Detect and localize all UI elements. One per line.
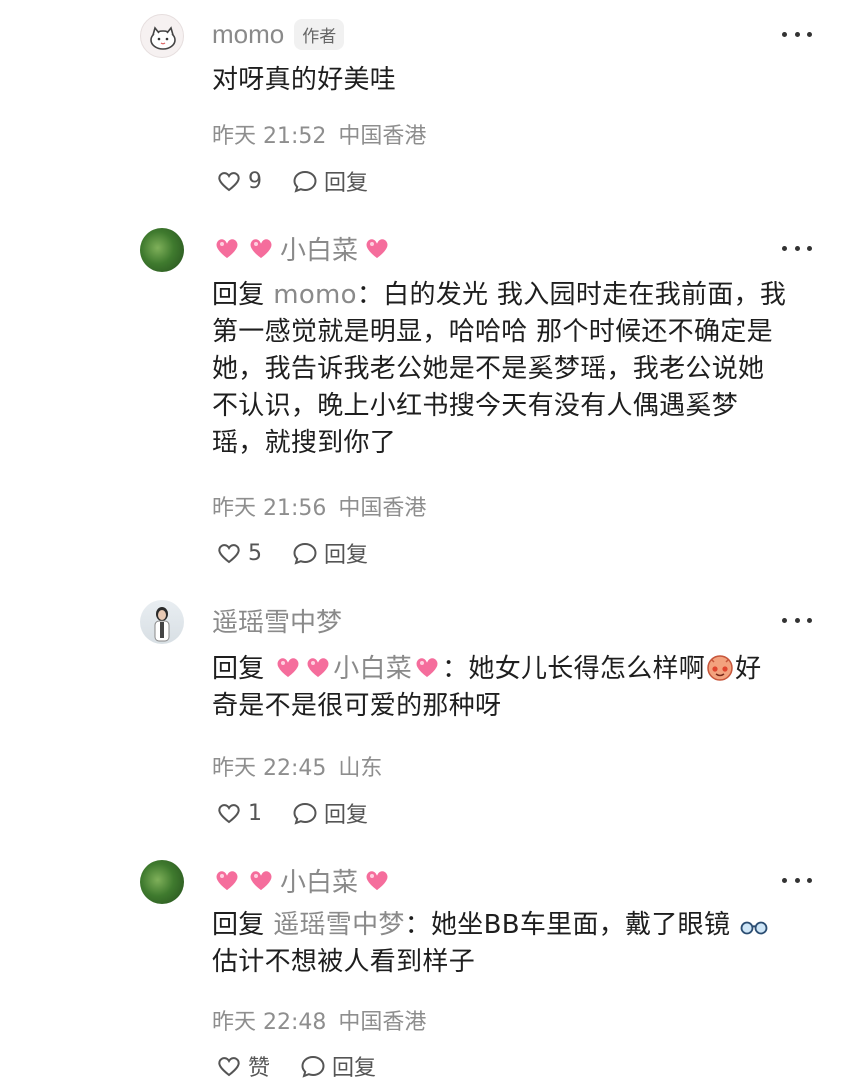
comment-actions: 赞 回复 (216, 1050, 376, 1082)
comment-meta: 昨天 22:48 中国香港 (212, 1004, 426, 1036)
location: 中国香港 (338, 1010, 427, 1035)
reply-target[interactable]: 遥瑶雪中梦 (273, 910, 405, 940)
comment-item: 小白菜 回复 遥瑶雪中梦：她坐BB车里面，戴了眼镜 估计不想被人看到样子 昨天 … (0, 0, 856, 1081)
text-line: 估计不想被人看到样子 (212, 947, 476, 977)
username[interactable]: 小白菜 (280, 862, 358, 899)
comment-bubble-icon (300, 1054, 326, 1078)
glasses-icon (740, 921, 768, 935)
pink-heart-icon (212, 866, 242, 894)
text-line: ：她坐BB车里面，戴了眼镜 (404, 910, 731, 940)
avatar[interactable] (140, 860, 184, 904)
more-options-icon[interactable] (782, 872, 812, 888)
reply-label: 回复 (332, 1056, 377, 1081)
pink-heart-icon (362, 866, 392, 894)
comment-header: 小白菜 (212, 862, 392, 898)
like-button[interactable]: 赞 (216, 1050, 270, 1082)
reply-button[interactable]: 回复 (300, 1050, 376, 1082)
reply-prefix: 回复 (212, 910, 265, 940)
timestamp: 昨天 22:48 (212, 1010, 327, 1035)
comment-text: 回复 遥瑶雪中梦：她坐BB车里面，戴了眼镜 估计不想被人看到样子 (212, 907, 822, 981)
like-count: 赞 (248, 1056, 271, 1081)
sparkling-heart-icon (246, 866, 276, 894)
heart-icon (216, 1054, 242, 1078)
